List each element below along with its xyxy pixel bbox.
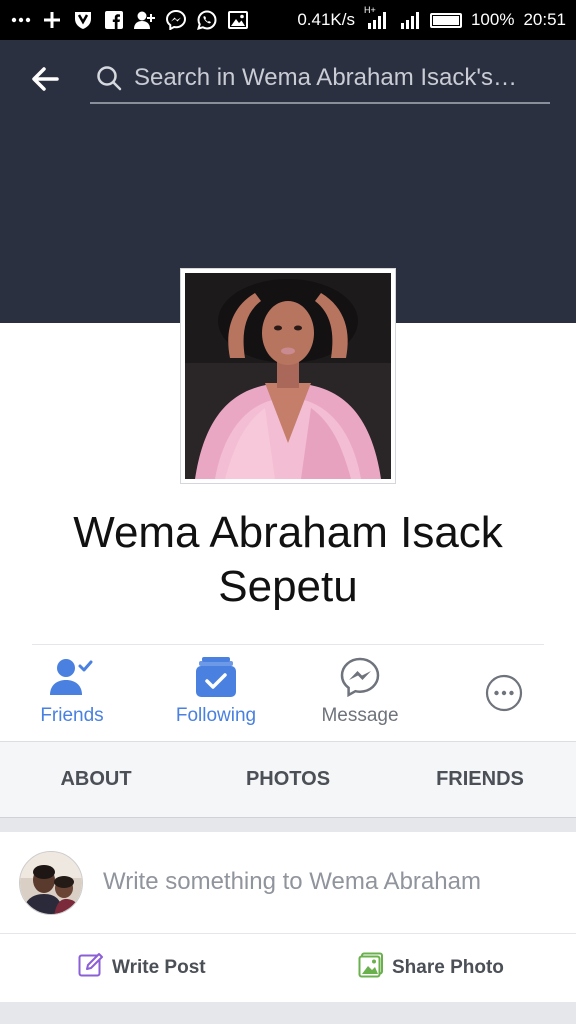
friends-label: Friends (40, 705, 104, 726)
battery-level (432, 15, 459, 25)
profile-name: Wema Abraham Isack Sepetu (73, 508, 503, 611)
whatsapp-icon (196, 9, 218, 31)
friends-check-icon (50, 657, 94, 697)
messenger-icon (165, 9, 187, 31)
status-bar: 0.41K/s H+ 100% 20:51 (0, 0, 576, 40)
tab-about[interactable]: ABOUT (0, 742, 192, 817)
back-arrow-icon (32, 67, 59, 91)
battery-icon (429, 12, 462, 28)
composer-actions: Write Post Share Photo (0, 934, 576, 1002)
share-photo-button[interactable]: Share Photo (358, 934, 504, 1002)
profile-screen: 0.41K/s H+ 100% 20:51 Search in Wema Abr… (0, 0, 576, 1024)
friends-button[interactable]: Friends (22, 645, 122, 740)
profile-tabs: ABOUT PHOTOS FRIENDS (0, 741, 576, 818)
notification-icons (10, 9, 249, 31)
back-button[interactable] (28, 62, 62, 96)
following-check-icon (196, 657, 236, 697)
plus-icon (41, 9, 63, 31)
tab-friends[interactable]: FRIENDS (384, 742, 576, 817)
more-options-icon (485, 673, 523, 713)
messenger-icon (340, 657, 380, 697)
network-speed: 0.41K/s (297, 10, 355, 29)
image-icon (227, 9, 249, 31)
search-icon (92, 61, 126, 95)
message-button[interactable]: Message (310, 645, 410, 740)
tab-photos[interactable]: PHOTOS (192, 742, 384, 817)
network-type-label: H+ (363, 5, 376, 15)
shield-icon (72, 9, 94, 31)
following-button[interactable]: Following (166, 645, 266, 740)
add-person-icon (134, 9, 156, 31)
search-placeholder: Search in Wema Abraham Isack's… (134, 64, 517, 91)
section-separator (0, 818, 576, 832)
system-indicators: 0.41K/s H+ 100% 20:51 (297, 5, 566, 31)
section-separator (0, 1002, 576, 1024)
profile-photo[interactable] (180, 268, 396, 484)
edit-pencil-icon (78, 952, 104, 984)
write-post-label: Write Post (112, 957, 206, 978)
more-dots-icon (10, 9, 32, 31)
profile-actions: Friends Following Message (0, 645, 576, 740)
write-post-button[interactable]: Write Post (78, 934, 206, 1002)
profile-photo-image (185, 273, 391, 479)
message-label: Message (321, 705, 399, 726)
facebook-icon (103, 9, 125, 31)
post-composer[interactable]: Write something to Wema Abraham (0, 832, 576, 934)
signal-icon (399, 9, 421, 31)
share-photo-label: Share Photo (392, 957, 504, 978)
composer-prompt: Write something to Wema Abraham (103, 868, 481, 895)
following-label: Following (175, 705, 257, 726)
avatar (19, 851, 83, 915)
photo-icon (358, 952, 384, 984)
signal-h-plus-icon: H+ (364, 5, 390, 31)
search-field[interactable]: Search in Wema Abraham Isack's… (90, 54, 550, 104)
clock: 20:51 (523, 10, 566, 29)
battery-percent: 100% (470, 10, 515, 29)
more-options-button[interactable] (470, 645, 538, 740)
